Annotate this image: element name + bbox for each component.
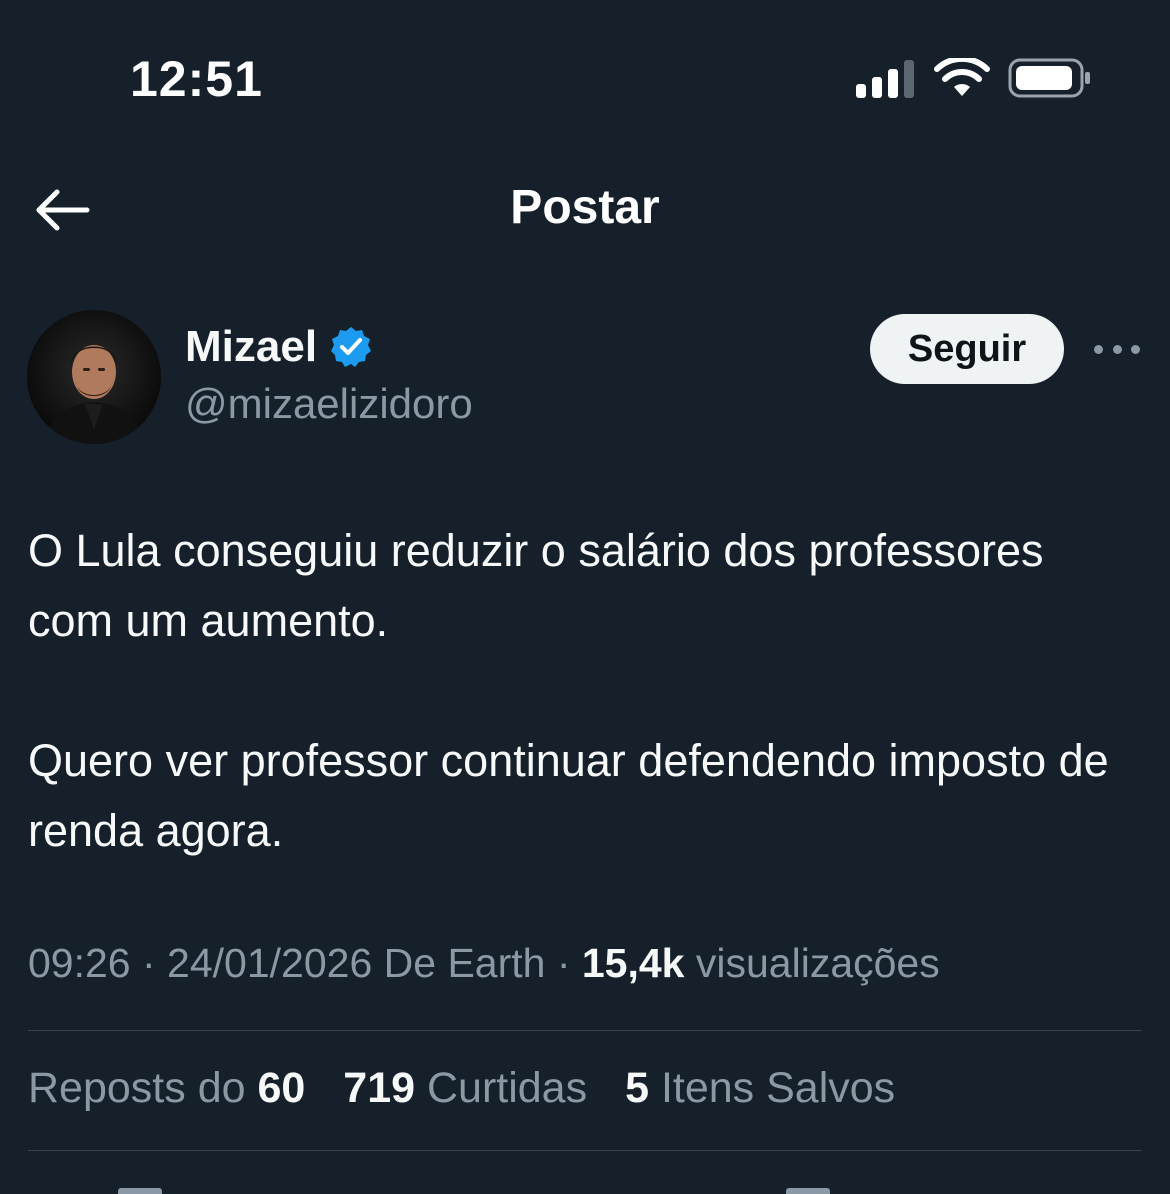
saves-label: Itens Salvos	[660, 1064, 896, 1112]
divider	[28, 1150, 1142, 1151]
post-text-paragraph-2: Quero ver professor continuar defendendo…	[28, 735, 1109, 856]
divider	[28, 1030, 1142, 1031]
more-horizontal-icon	[1094, 344, 1103, 354]
reposts-stat[interactable]: Reposts do 60	[28, 1064, 305, 1112]
battery-icon	[1008, 58, 1090, 98]
author-name[interactable]: Mizael	[185, 322, 317, 372]
reply-icon[interactable]	[118, 1188, 162, 1194]
avatar-portrait-icon	[27, 310, 161, 444]
page-title: Postar	[510, 181, 660, 234]
reposts-count: 60	[257, 1064, 306, 1112]
bookmark-icon[interactable]	[786, 1188, 830, 1194]
action-bar	[0, 1180, 1170, 1194]
meta-separator: ·	[130, 940, 168, 986]
status-bar: 12:51	[0, 0, 1170, 140]
more-horizontal-icon	[1131, 344, 1140, 354]
status-time: 12:51	[130, 51, 263, 107]
views-label[interactable]: visualizações	[696, 940, 940, 986]
post-date-source: 24/01/2026 De Earth	[167, 940, 546, 986]
more-horizontal-icon	[1112, 344, 1122, 354]
views-count[interactable]: 15,4k	[582, 940, 685, 986]
post-time: 09:26	[28, 940, 131, 986]
likes-count: 719	[343, 1064, 416, 1112]
author-handle[interactable]: @mizaelizidoro	[185, 380, 473, 428]
verified-badge-icon	[331, 327, 372, 367]
engagement-stats: Reposts do 60 719 Curtidas 5 Itens Salvo…	[28, 1064, 921, 1113]
likes-label: Curtidas	[426, 1064, 588, 1112]
reposts-label: Reposts do	[28, 1064, 246, 1112]
saves-count: 5	[625, 1064, 649, 1112]
follow-button[interactable]: Seguir	[870, 314, 1064, 384]
header-bar: Postar	[0, 150, 1170, 270]
cellular-signal-icon	[856, 60, 914, 98]
post-meta: 09:26 · 24/01/2026 De Earth · 15,4k visu…	[28, 940, 940, 987]
likes-stat[interactable]: 719 Curtidas	[343, 1064, 587, 1112]
wifi-icon	[934, 58, 990, 96]
more-options-button[interactable]	[1094, 336, 1140, 362]
meta-separator: ·	[545, 940, 582, 986]
post-text-paragraph-1: O Lula conseguiu reduzir o salário dos p…	[28, 525, 1044, 646]
saves-stat[interactable]: 5 Itens Salvos	[625, 1064, 895, 1112]
author-name-row: Mizael	[185, 322, 373, 372]
avatar[interactable]	[27, 310, 161, 444]
